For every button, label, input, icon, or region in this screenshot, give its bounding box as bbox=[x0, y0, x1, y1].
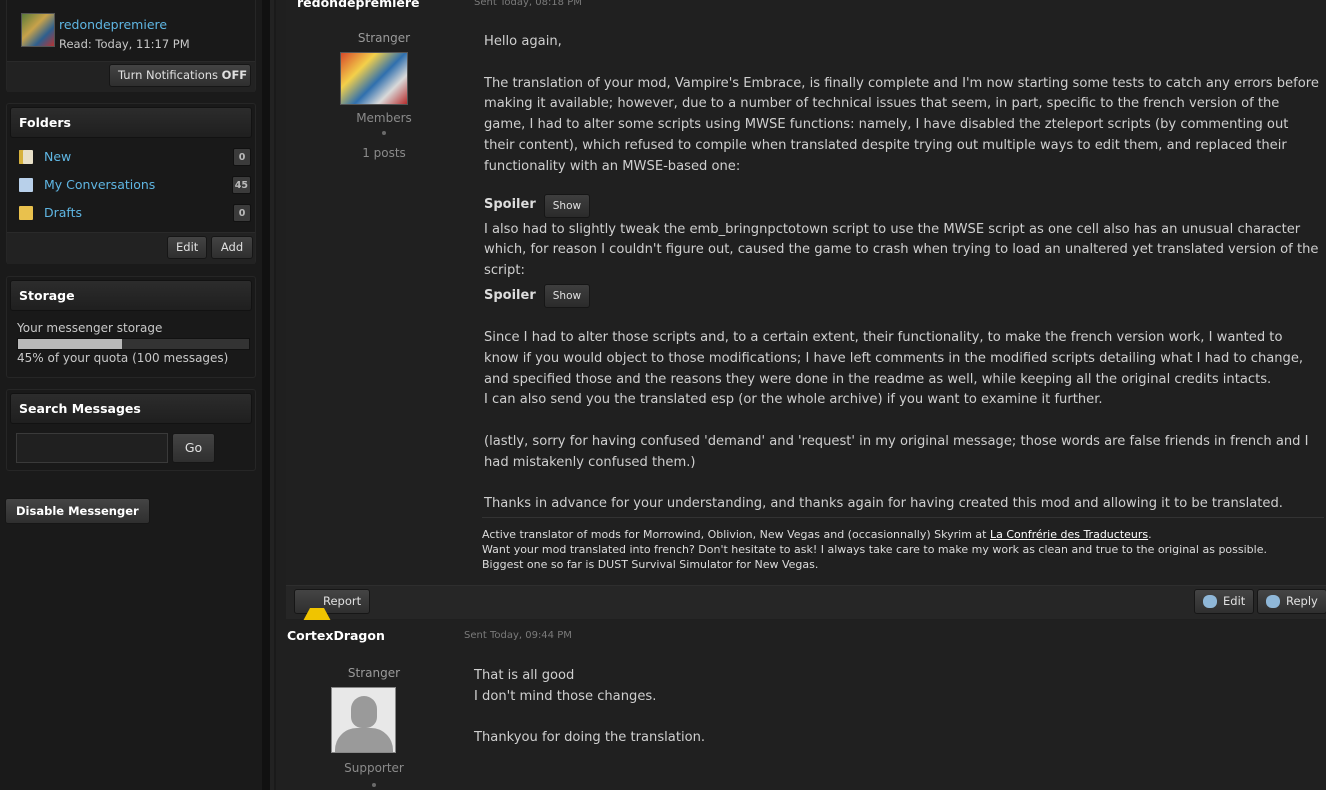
signature-text: Want your mod translated into french? Do… bbox=[482, 543, 1267, 556]
author-info: Stranger bbox=[286, 663, 462, 683]
message-line: That is all good bbox=[474, 668, 575, 683]
message-body: Hello again, The translation of your mod… bbox=[484, 32, 1320, 536]
search-messages-input[interactable] bbox=[16, 433, 168, 463]
search-panel: Search Messages Go bbox=[6, 389, 256, 471]
folder-count: 0 bbox=[233, 148, 251, 166]
message-paragraph: Since I had to alter those scripts and, … bbox=[484, 329, 1304, 387]
separator-dot bbox=[372, 783, 376, 787]
conversation-content: redondepremiere Sent Today, 08:18 PM Str… bbox=[276, 0, 1326, 790]
folder-item-new[interactable]: New 0 bbox=[19, 147, 251, 167]
message-action-bar: Report Edit Reply bbox=[286, 585, 1326, 621]
edit-label: Edit bbox=[1223, 594, 1246, 608]
spoiler-label: Spoiler bbox=[484, 287, 536, 303]
author-avatar[interactable] bbox=[340, 52, 408, 105]
message-timestamp: Sent Today, 09:44 PM bbox=[464, 630, 572, 641]
participant-avatar[interactable] bbox=[21, 13, 55, 47]
folder-label[interactable]: New bbox=[44, 147, 71, 167]
edit-bubble-icon bbox=[1203, 595, 1217, 608]
storage-panel: Storage Your messenger storage 45% of yo… bbox=[6, 276, 256, 378]
storage-title: Storage bbox=[10, 280, 252, 311]
reply-bubble-icon bbox=[1266, 595, 1280, 608]
storage-bar bbox=[17, 338, 250, 350]
edit-message-button[interactable]: Edit bbox=[1194, 589, 1255, 614]
reply-button[interactable]: Reply bbox=[1257, 589, 1326, 614]
spoiler-block: Spoiler Show bbox=[484, 282, 1320, 310]
folder-item-my-conversations[interactable]: My Conversations 45 bbox=[19, 175, 251, 195]
signature-link[interactable]: La Confrérie des Traducteurs bbox=[990, 528, 1148, 541]
folder-item-drafts[interactable]: Drafts 0 bbox=[19, 203, 251, 223]
add-folder-button[interactable]: Add bbox=[211, 236, 253, 259]
report-button[interactable]: Report bbox=[294, 589, 371, 621]
message-paragraph: Thanks in advance for your understanding… bbox=[484, 496, 1283, 512]
messenger-sidebar: redondepremiere Read: Today, 11:17 PM Tu… bbox=[0, 0, 262, 790]
folder-label[interactable]: My Conversations bbox=[44, 175, 155, 195]
reply-label: Reply bbox=[1286, 594, 1318, 608]
folders-title: Folders bbox=[10, 107, 252, 138]
search-go-button[interactable]: Go bbox=[172, 433, 215, 463]
message-paragraph: I also had to slightly tweak the emb_bri… bbox=[484, 221, 1319, 279]
signature-text: Biggest one so far is DUST Survival Simu… bbox=[482, 558, 819, 571]
notifications-label: Turn Notifications bbox=[118, 68, 219, 82]
search-title: Search Messages bbox=[10, 393, 252, 424]
message-author[interactable]: CortexDragon bbox=[287, 628, 385, 643]
message-paragraph: (lastly, sorry for having confused 'dema… bbox=[484, 433, 1309, 470]
author-rank: Stranger bbox=[347, 666, 401, 680]
notifications-state: OFF bbox=[221, 68, 248, 82]
author-rank: Stranger bbox=[357, 31, 411, 45]
message-post: redondepremiere Sent Today, 08:18 PM Str… bbox=[286, 0, 1326, 621]
folders-panel: Folders New 0 My Conversations 45 Drafts… bbox=[6, 103, 256, 264]
edit-folders-button[interactable]: Edit bbox=[167, 236, 207, 259]
warning-icon bbox=[303, 595, 331, 621]
message-timestamp: Sent Today, 08:18 PM bbox=[474, 0, 582, 8]
conversation-info-panel: redondepremiere Read: Today, 11:17 PM Tu… bbox=[6, 0, 256, 92]
read-status: Read: Today, 11:17 PM bbox=[59, 37, 190, 51]
draft-icon bbox=[19, 206, 33, 220]
separator-dot bbox=[382, 131, 386, 135]
author-post-count: 1 posts bbox=[362, 146, 406, 160]
participant-username-link[interactable]: redondepremiere bbox=[59, 17, 167, 32]
folder-count: 45 bbox=[231, 176, 251, 194]
storage-bar-fill bbox=[18, 339, 122, 349]
spoiler-block: Spoiler Show bbox=[484, 192, 1320, 220]
spoiler-show-button[interactable]: Show bbox=[543, 283, 591, 308]
message-paragraph: I can also send you the translated esp (… bbox=[484, 392, 1103, 408]
message-author[interactable]: redondepremiere bbox=[297, 0, 420, 10]
author-group: Members bbox=[356, 111, 412, 125]
folder-label[interactable]: Drafts bbox=[44, 203, 82, 223]
author-info: Stranger bbox=[296, 28, 472, 48]
message-line: I don't mind those changes. bbox=[474, 688, 657, 704]
author-group: Supporter bbox=[344, 761, 404, 775]
message-paragraph: Hello again, bbox=[484, 34, 562, 49]
layout-divider bbox=[262, 0, 274, 790]
storage-quota-text: 45% of your quota (100 messages) bbox=[17, 351, 229, 365]
message-signature: Active translator of mods for Morrowind,… bbox=[482, 517, 1324, 572]
message-paragraph: The translation of your mod, Vampire's E… bbox=[484, 75, 1319, 174]
message-line: Thankyou for doing the translation. bbox=[474, 730, 706, 746]
envelope-icon bbox=[19, 178, 33, 192]
spoiler-label: Spoiler bbox=[484, 197, 536, 213]
toggle-notifications-button[interactable]: Turn Notifications OFF bbox=[109, 64, 251, 87]
storage-label: Your messenger storage bbox=[17, 321, 163, 335]
document-icon bbox=[19, 150, 33, 164]
signature-text: Active translator of mods for Morrowind,… bbox=[482, 528, 990, 541]
folder-count: 0 bbox=[233, 204, 251, 222]
message-post: CortexDragon Sent Today, 09:44 PM Strang… bbox=[276, 620, 1326, 790]
message-body: That is all good I don't mind those chan… bbox=[474, 666, 1310, 749]
disable-messenger-button[interactable]: Disable Messenger bbox=[5, 498, 150, 524]
default-avatar-icon[interactable] bbox=[331, 687, 396, 753]
spoiler-show-button[interactable]: Show bbox=[543, 193, 591, 218]
